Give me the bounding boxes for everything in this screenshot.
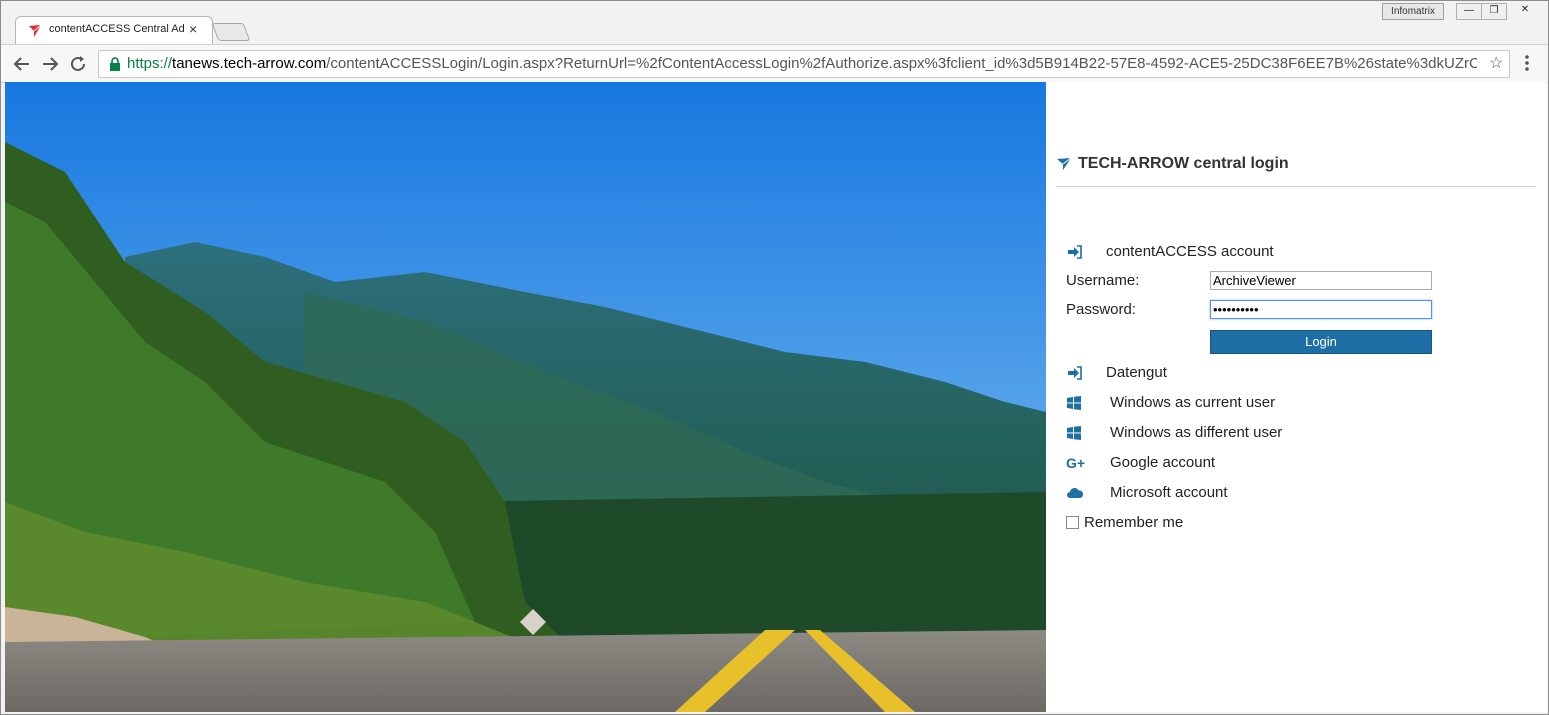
provider-label: Microsoft account bbox=[1110, 484, 1228, 501]
browser-toolbar: https://tanews.tech-arrow.com/contentACC… bbox=[1, 44, 1548, 83]
back-arrow-icon[interactable] bbox=[11, 53, 33, 75]
provider-label: Google account bbox=[1110, 454, 1216, 471]
browser-menu-icon[interactable] bbox=[1517, 51, 1537, 75]
login-button[interactable]: Login bbox=[1210, 330, 1432, 354]
windows-icon bbox=[1067, 425, 1081, 440]
tech-arrow-logo-icon bbox=[1057, 157, 1072, 170]
cloud-icon bbox=[1067, 487, 1084, 498]
provider-datengut[interactable]: Datengut bbox=[1066, 364, 1167, 381]
tab-close-icon[interactable]: × bbox=[189, 21, 197, 37]
url-host: tanews.tech-arrow.com bbox=[172, 55, 327, 72]
remember-me-label[interactable]: Remember me bbox=[1084, 514, 1183, 531]
remember-me-row: Remember me bbox=[1066, 514, 1183, 531]
url-path: /contentACCESSLogin/Login.aspx?ReturnUrl… bbox=[326, 55, 1477, 72]
windows-icon bbox=[1067, 395, 1081, 410]
page-content: TECH-ARROW central login contentACCESS a… bbox=[5, 82, 1547, 712]
provider-label: Windows as current user bbox=[1110, 394, 1276, 411]
tab-title: contentACCESS Central Ad bbox=[49, 23, 185, 35]
contentaccess-account-row: contentACCESS account bbox=[1066, 243, 1274, 260]
bookmark-star-icon[interactable]: ☆ bbox=[1489, 53, 1503, 73]
password-input[interactable]: •••••••••• bbox=[1210, 300, 1432, 319]
contentaccess-account-label: contentACCESS account bbox=[1106, 243, 1274, 260]
close-window-button[interactable]: ✕ bbox=[1511, 3, 1539, 18]
url-protocol: https:// bbox=[127, 55, 173, 72]
secure-lock-icon bbox=[110, 57, 120, 71]
provider-label: Datengut bbox=[1106, 364, 1167, 381]
minimize-button[interactable]: — bbox=[1456, 3, 1482, 20]
username-label: Username: bbox=[1066, 272, 1140, 289]
reload-icon[interactable] bbox=[67, 53, 89, 75]
tech-arrow-favicon-icon bbox=[29, 24, 42, 37]
provider-microsoft[interactable]: Microsoft account bbox=[1066, 484, 1228, 501]
tab-strip: contentACCESS Central Ad × Infomatrix — … bbox=[1, 1, 1548, 45]
password-label: Password: bbox=[1066, 301, 1137, 318]
provider-label: Windows as different user bbox=[1110, 424, 1283, 441]
url-text: https://tanews.tech-arrow.com/contentACC… bbox=[127, 55, 1477, 72]
forward-arrow-icon[interactable] bbox=[39, 53, 61, 75]
provider-google[interactable]: G+ Google account bbox=[1066, 454, 1215, 471]
browser-window: contentACCESS Central Ad × Infomatrix — … bbox=[0, 0, 1549, 715]
sign-in-icon bbox=[1068, 244, 1082, 259]
login-header: TECH-ARROW central login bbox=[1056, 155, 1289, 173]
login-panel: TECH-ARROW central login contentACCESS a… bbox=[1046, 82, 1547, 712]
provider-windows-current[interactable]: Windows as current user bbox=[1066, 394, 1275, 411]
login-title: TECH-ARROW central login bbox=[1078, 155, 1289, 172]
header-divider bbox=[1056, 186, 1536, 187]
new-tab-button[interactable] bbox=[211, 23, 251, 41]
remember-me-checkbox[interactable] bbox=[1066, 516, 1079, 529]
landscape-background-image bbox=[5, 82, 1046, 712]
sign-in-icon bbox=[1068, 365, 1082, 380]
maximize-button[interactable]: ❐ bbox=[1481, 3, 1507, 20]
profile-badge[interactable]: Infomatrix bbox=[1382, 3, 1444, 20]
address-bar[interactable]: https://tanews.tech-arrow.com/contentACC… bbox=[98, 50, 1510, 78]
google-plus-icon: G+ bbox=[1066, 454, 1086, 471]
browser-tab[interactable]: contentACCESS Central Ad × bbox=[15, 16, 213, 45]
username-input[interactable]: ArchiveViewer bbox=[1210, 271, 1432, 290]
provider-windows-different[interactable]: Windows as different user bbox=[1066, 424, 1282, 441]
